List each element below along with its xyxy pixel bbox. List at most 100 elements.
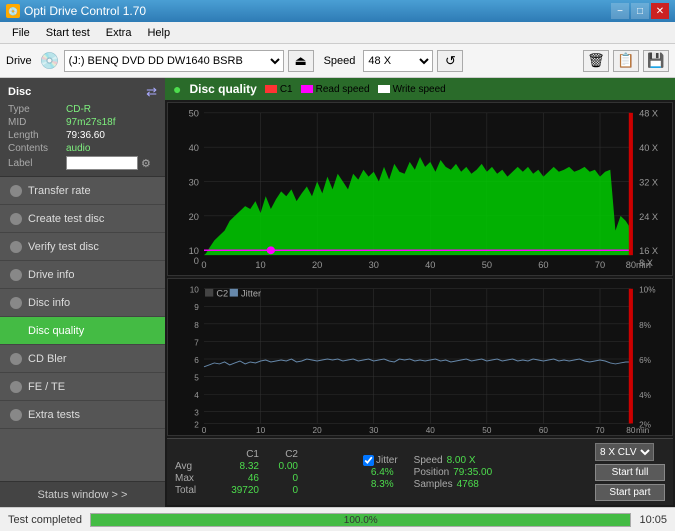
svg-text:Jitter: Jitter xyxy=(241,289,261,299)
status-text: Test completed xyxy=(8,514,82,526)
length-value: 79:36.60 xyxy=(66,130,105,141)
disc-contents-row: Contents audio xyxy=(8,143,157,154)
jitter-column: Jitter 6.4% 8.3% xyxy=(363,455,398,490)
svg-text:40: 40 xyxy=(425,260,435,270)
disc-header: Disc ⇄ xyxy=(8,84,157,100)
cd-bler-label: CD Bler xyxy=(28,353,67,365)
minimize-button[interactable]: − xyxy=(611,3,629,19)
svg-text:40: 40 xyxy=(426,426,436,435)
sidebar-item-create-test-disc[interactable]: Create test disc xyxy=(0,205,165,233)
svg-text:min: min xyxy=(636,426,649,435)
data-header-row: C1 C2 xyxy=(175,449,355,460)
controls-column: 8 X CLV Start full Start part xyxy=(595,443,665,501)
contents-label: Contents xyxy=(8,143,66,154)
settings-icon[interactable]: ⚙ xyxy=(141,157,151,170)
position-value: 79:35.00 xyxy=(453,467,492,478)
transfer-rate-label: Transfer rate xyxy=(28,185,91,197)
start-full-button[interactable]: Start full xyxy=(595,464,665,481)
samples-label: Samples xyxy=(414,479,453,490)
svg-text:7: 7 xyxy=(194,338,199,347)
sidebar-item-cd-bler[interactable]: CD Bler xyxy=(0,345,165,373)
verify-test-disc-label: Verify test disc xyxy=(28,241,99,253)
fe-te-icon xyxy=(10,381,22,393)
position-row: Position 79:35.00 xyxy=(414,467,493,478)
svg-text:10: 10 xyxy=(190,286,200,295)
refresh-button[interactable]: ↺ xyxy=(437,50,463,72)
app-icon: 💿 xyxy=(6,4,20,18)
sidebar-item-verify-test-disc[interactable]: Verify test disc xyxy=(0,233,165,261)
label-row: Label ⚙ xyxy=(8,156,157,170)
jitter-checkbox[interactable] xyxy=(363,455,374,466)
position-label: Position xyxy=(414,467,450,478)
label-input[interactable] xyxy=(66,156,138,170)
drive-select[interactable]: (J:) BENQ DVD DD DW1640 BSRB xyxy=(64,50,284,72)
svg-text:6%: 6% xyxy=(639,356,651,365)
disc-info-icon xyxy=(10,297,22,309)
svg-text:40: 40 xyxy=(189,143,199,153)
svg-text:4: 4 xyxy=(194,391,199,400)
disc-type-row: Type CD-R xyxy=(8,104,157,115)
sidebar: Disc ⇄ Type CD-R MID 97m27s18f Length 79… xyxy=(0,78,165,507)
svg-text:min: min xyxy=(636,260,651,270)
svg-text:30: 30 xyxy=(369,260,379,270)
verify-test-disc-icon xyxy=(10,241,22,253)
chart-icon: ● xyxy=(173,81,181,97)
sidebar-item-extra-tests[interactable]: Extra tests xyxy=(0,401,165,429)
statusbar: Test completed 100.0% 10:05 xyxy=(0,507,675,531)
legend-c1: C1 xyxy=(265,84,293,95)
time-display: 10:05 xyxy=(639,514,667,526)
start-part-button[interactable]: Start part xyxy=(595,484,665,501)
maximize-button[interactable]: □ xyxy=(631,3,649,19)
svg-text:9: 9 xyxy=(194,303,199,312)
c1-color-swatch xyxy=(265,85,277,93)
svg-text:70: 70 xyxy=(595,426,605,435)
sidebar-item-disc-info[interactable]: Disc info xyxy=(0,289,165,317)
data-columns: C1 C2 Avg 8.32 0.00 Max 46 0 Total xyxy=(175,449,355,496)
titlebar-title: Opti Drive Control 1.70 xyxy=(24,4,146,18)
svg-text:50: 50 xyxy=(482,260,492,270)
sidebar-item-fe-te[interactable]: FE / TE xyxy=(0,373,165,401)
menu-file[interactable]: File xyxy=(4,25,38,41)
sidebar-item-disc-quality[interactable]: Disc quality xyxy=(0,317,165,345)
charts-container: 50 40 30 20 10 0 48 X 40 X 32 X 24 X 16 … xyxy=(165,100,675,507)
svg-text:80: 80 xyxy=(626,426,636,435)
titlebar: 💿 Opti Drive Control 1.70 − □ ✕ xyxy=(0,0,675,22)
speed-select[interactable]: 48 X xyxy=(363,50,433,72)
menu-extra[interactable]: Extra xyxy=(98,25,140,41)
save-button[interactable]: 💾 xyxy=(643,50,669,72)
jitter-header: Jitter xyxy=(363,455,398,466)
sidebar-item-drive-info[interactable]: Drive info xyxy=(0,261,165,289)
progress-bar-container: 100.0% xyxy=(90,513,631,527)
menubar: File Start test Extra Help xyxy=(0,22,675,44)
disc-refresh-icon[interactable]: ⇄ xyxy=(146,84,157,100)
clv-select[interactable]: 8 X CLV xyxy=(595,443,654,461)
progress-label: 100.0% xyxy=(91,514,630,528)
svg-text:32 X: 32 X xyxy=(639,178,658,188)
svg-text:40 X: 40 X xyxy=(639,143,658,153)
svg-text:10: 10 xyxy=(189,246,199,256)
read-speed-color-swatch xyxy=(301,85,313,93)
chart-legend: C1 Read speed Write speed xyxy=(265,84,446,95)
menu-help[interactable]: Help xyxy=(139,25,178,41)
close-button[interactable]: ✕ xyxy=(651,3,669,19)
status-window-label: Status window > > xyxy=(38,489,128,501)
svg-text:80: 80 xyxy=(626,260,636,270)
c1-label: C1 xyxy=(280,84,293,95)
drive-label: Drive xyxy=(6,55,32,67)
sidebar-item-transfer-rate[interactable]: Transfer rate xyxy=(0,177,165,205)
svg-text:8: 8 xyxy=(194,321,199,330)
write-speed-label: Write speed xyxy=(393,84,446,95)
erase-button[interactable]: 🗑 xyxy=(583,50,609,72)
bottom-chart-svg: 10 9 8 7 6 5 4 3 2 10% 8% 6% 4% 2% 0 xyxy=(168,279,672,435)
write-speed-color-swatch xyxy=(378,85,390,93)
copy-button[interactable]: 📋 xyxy=(613,50,639,72)
eject-button[interactable]: ⏏ xyxy=(288,50,314,72)
cd-bler-icon xyxy=(10,353,22,365)
menu-start-test[interactable]: Start test xyxy=(38,25,98,41)
data-total-row: Total 39720 0 xyxy=(175,485,355,496)
svg-text:2: 2 xyxy=(194,420,199,429)
status-window-button[interactable]: Status window > > xyxy=(0,481,165,507)
svg-text:20: 20 xyxy=(313,426,323,435)
svg-text:10%: 10% xyxy=(639,286,655,295)
disc-info-section: Disc ⇄ Type CD-R MID 97m27s18f Length 79… xyxy=(0,78,165,177)
